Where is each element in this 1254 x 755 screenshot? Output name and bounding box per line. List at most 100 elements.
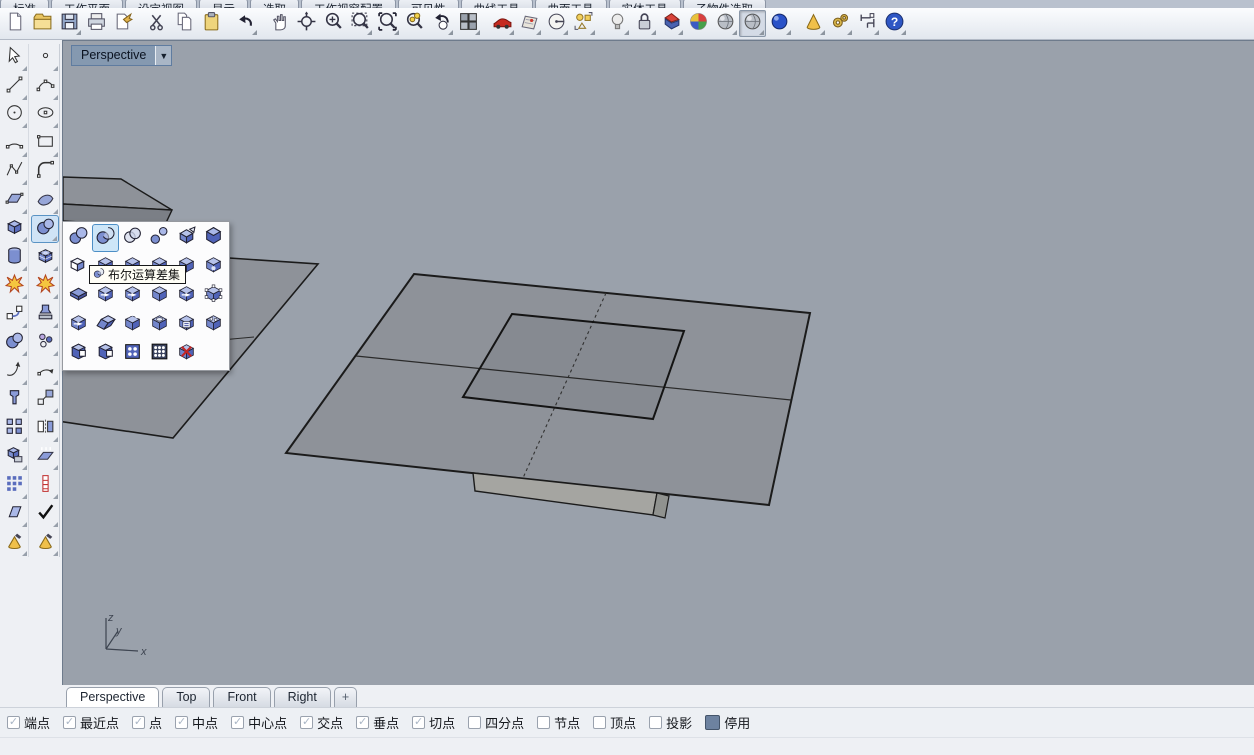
checkbox-icon[interactable] <box>537 716 550 729</box>
flyout-move-face-button[interactable] <box>92 282 119 310</box>
layers-button[interactable] <box>658 10 685 37</box>
sidebar-point-group-button[interactable] <box>31 329 59 357</box>
sidebar-shear-vertical-button[interactable] <box>31 472 59 500</box>
sidebar-fillet-curve-button[interactable] <box>31 158 59 186</box>
viewport-tab-perspective[interactable]: Perspective <box>66 687 159 707</box>
sidebar-cylinder-button[interactable] <box>0 244 28 272</box>
checkbox-icon[interactable] <box>468 716 481 729</box>
flyout-round-hole-button[interactable] <box>200 311 227 339</box>
menu-tab-1[interactable]: 工作平面 <box>51 0 123 8</box>
sidebar-point-button[interactable] <box>31 44 59 72</box>
osnap-顶点[interactable]: 顶点 <box>593 713 636 732</box>
osnap-端点[interactable]: ✓端点 <box>7 713 50 732</box>
print-button[interactable] <box>83 10 110 37</box>
sidebar-shear-button[interactable] <box>0 500 28 528</box>
viewport-title-label[interactable]: Perspective <box>72 46 155 65</box>
paste-button[interactable] <box>198 10 225 37</box>
checkbox-icon[interactable]: ✓ <box>412 716 425 729</box>
shaded-display-button[interactable] <box>739 10 766 37</box>
sidebar-explode-2-button[interactable] <box>31 272 59 300</box>
sidebar-cone-edit-button[interactable] <box>31 529 59 557</box>
osnap-节点[interactable]: 节点 <box>537 713 580 732</box>
viewport-tab-new[interactable]: + <box>334 687 357 707</box>
checkbox-icon[interactable]: ✓ <box>356 716 369 729</box>
render-button[interactable] <box>800 10 827 37</box>
sidebar-save-box-button[interactable] <box>0 443 28 471</box>
zoom-dynamic-button[interactable] <box>320 10 347 37</box>
sidebar-rectangle-button[interactable] <box>31 130 59 158</box>
export-selected-button[interactable] <box>110 10 137 37</box>
osnap-中点[interactable]: ✓中点 <box>175 713 218 732</box>
viewport-canvas[interactable]: z y x <box>63 41 1254 686</box>
viewport-tab-top[interactable]: Top <box>162 687 210 707</box>
four-viewports-button[interactable] <box>455 10 482 37</box>
checkbox-icon[interactable]: ✓ <box>231 716 244 729</box>
sidebar-box-button[interactable] <box>0 215 28 243</box>
checkbox-icon[interactable] <box>593 716 606 729</box>
sidebar-surface-button[interactable] <box>0 187 28 215</box>
sidebar-fillet-button[interactable] <box>0 301 28 329</box>
flyout-extrude-face-button[interactable] <box>146 282 173 310</box>
flyout-chamfer-edge-button[interactable] <box>200 224 227 252</box>
sidebar-section-button[interactable] <box>31 443 59 471</box>
sidebar-sphere-button[interactable] <box>0 329 28 357</box>
viewport-title[interactable]: Perspective ▼ <box>71 45 172 66</box>
color-wheel-button[interactable] <box>685 10 712 37</box>
flyout-move-edge-button[interactable] <box>65 311 92 339</box>
viewport-title-caret[interactable]: ▼ <box>155 46 171 65</box>
menu-tab-9[interactable]: 实体工具 <box>609 0 681 8</box>
sidebar-solid-tools-button[interactable] <box>31 215 59 243</box>
undo-view-change-button[interactable] <box>428 10 455 37</box>
hide-objects-button[interactable] <box>604 10 631 37</box>
perspective-viewport[interactable]: z y x Perspective ▼ <box>62 40 1254 685</box>
flyout-boolean-split-button[interactable] <box>146 224 173 252</box>
flyout-wire-cut-button[interactable] <box>65 340 92 368</box>
open-file-button[interactable] <box>29 10 56 37</box>
osnap-垂点[interactable]: ✓垂点 <box>356 713 399 732</box>
options-button[interactable] <box>827 10 854 37</box>
sidebar-ellipse-button[interactable] <box>31 101 59 129</box>
flyout-slab-button[interactable] <box>65 282 92 310</box>
rotate-view-button[interactable] <box>293 10 320 37</box>
checkbox-icon[interactable]: ✓ <box>7 716 20 729</box>
osnap-disable[interactable]: 停用 <box>705 713 750 732</box>
dimension-button[interactable] <box>854 10 881 37</box>
flyout-delete-hole-button[interactable] <box>173 340 200 368</box>
sidebar-curve-tools-button[interactable] <box>0 358 28 386</box>
sidebar-explode-button[interactable] <box>0 272 28 300</box>
sidebar-control-point-curve-button[interactable] <box>31 73 59 101</box>
cplane-map-button[interactable] <box>516 10 543 37</box>
osnap-点[interactable]: ✓点 <box>132 713 162 732</box>
sidebar-array-button[interactable] <box>0 415 28 443</box>
menu-tab-8[interactable]: 曲面工具 <box>535 0 607 8</box>
disable-box-icon[interactable] <box>705 715 720 730</box>
flyout-shear-solid-button[interactable] <box>92 311 119 339</box>
new-document-button[interactable] <box>2 10 29 37</box>
sidebar-extrude-button[interactable] <box>0 386 28 414</box>
checkbox-icon[interactable]: ✓ <box>63 716 76 729</box>
osnap-交点[interactable]: ✓交点 <box>300 713 343 732</box>
flyout-move-face-boundary-button[interactable] <box>119 282 146 310</box>
sidebar-circle-button[interactable] <box>0 101 28 129</box>
osnap-投影[interactable]: 投影 <box>649 713 692 732</box>
viewport-tab-right[interactable]: Right <box>274 687 331 707</box>
menu-tab-4[interactable]: 选取 <box>250 0 299 8</box>
sidebar-arc-button[interactable] <box>0 130 28 158</box>
lock-objects-button[interactable] <box>631 10 658 37</box>
sidebar-rotate-button[interactable] <box>31 358 59 386</box>
sidebar-mirror-button[interactable] <box>31 415 59 443</box>
zoom-selected-button[interactable] <box>401 10 428 37</box>
sidebar-select-button[interactable] <box>0 44 28 72</box>
sidebar-grid-points-button[interactable] <box>0 472 28 500</box>
wireframe-display-button[interactable] <box>712 10 739 37</box>
flyout-boolean-difference-button[interactable] <box>92 224 119 252</box>
flyout-boolean-intersection-button[interactable] <box>119 224 146 252</box>
sidebar-mesh-box-button[interactable] <box>31 244 59 272</box>
flyout-extract-surface-button[interactable] <box>173 224 200 252</box>
help-button[interactable]: ? <box>881 10 908 37</box>
undo-button[interactable] <box>232 10 259 37</box>
viewport-tab-front[interactable]: Front <box>213 687 270 707</box>
checkbox-icon[interactable]: ✓ <box>132 716 145 729</box>
cut-button[interactable] <box>144 10 171 37</box>
car-button[interactable] <box>489 10 516 37</box>
